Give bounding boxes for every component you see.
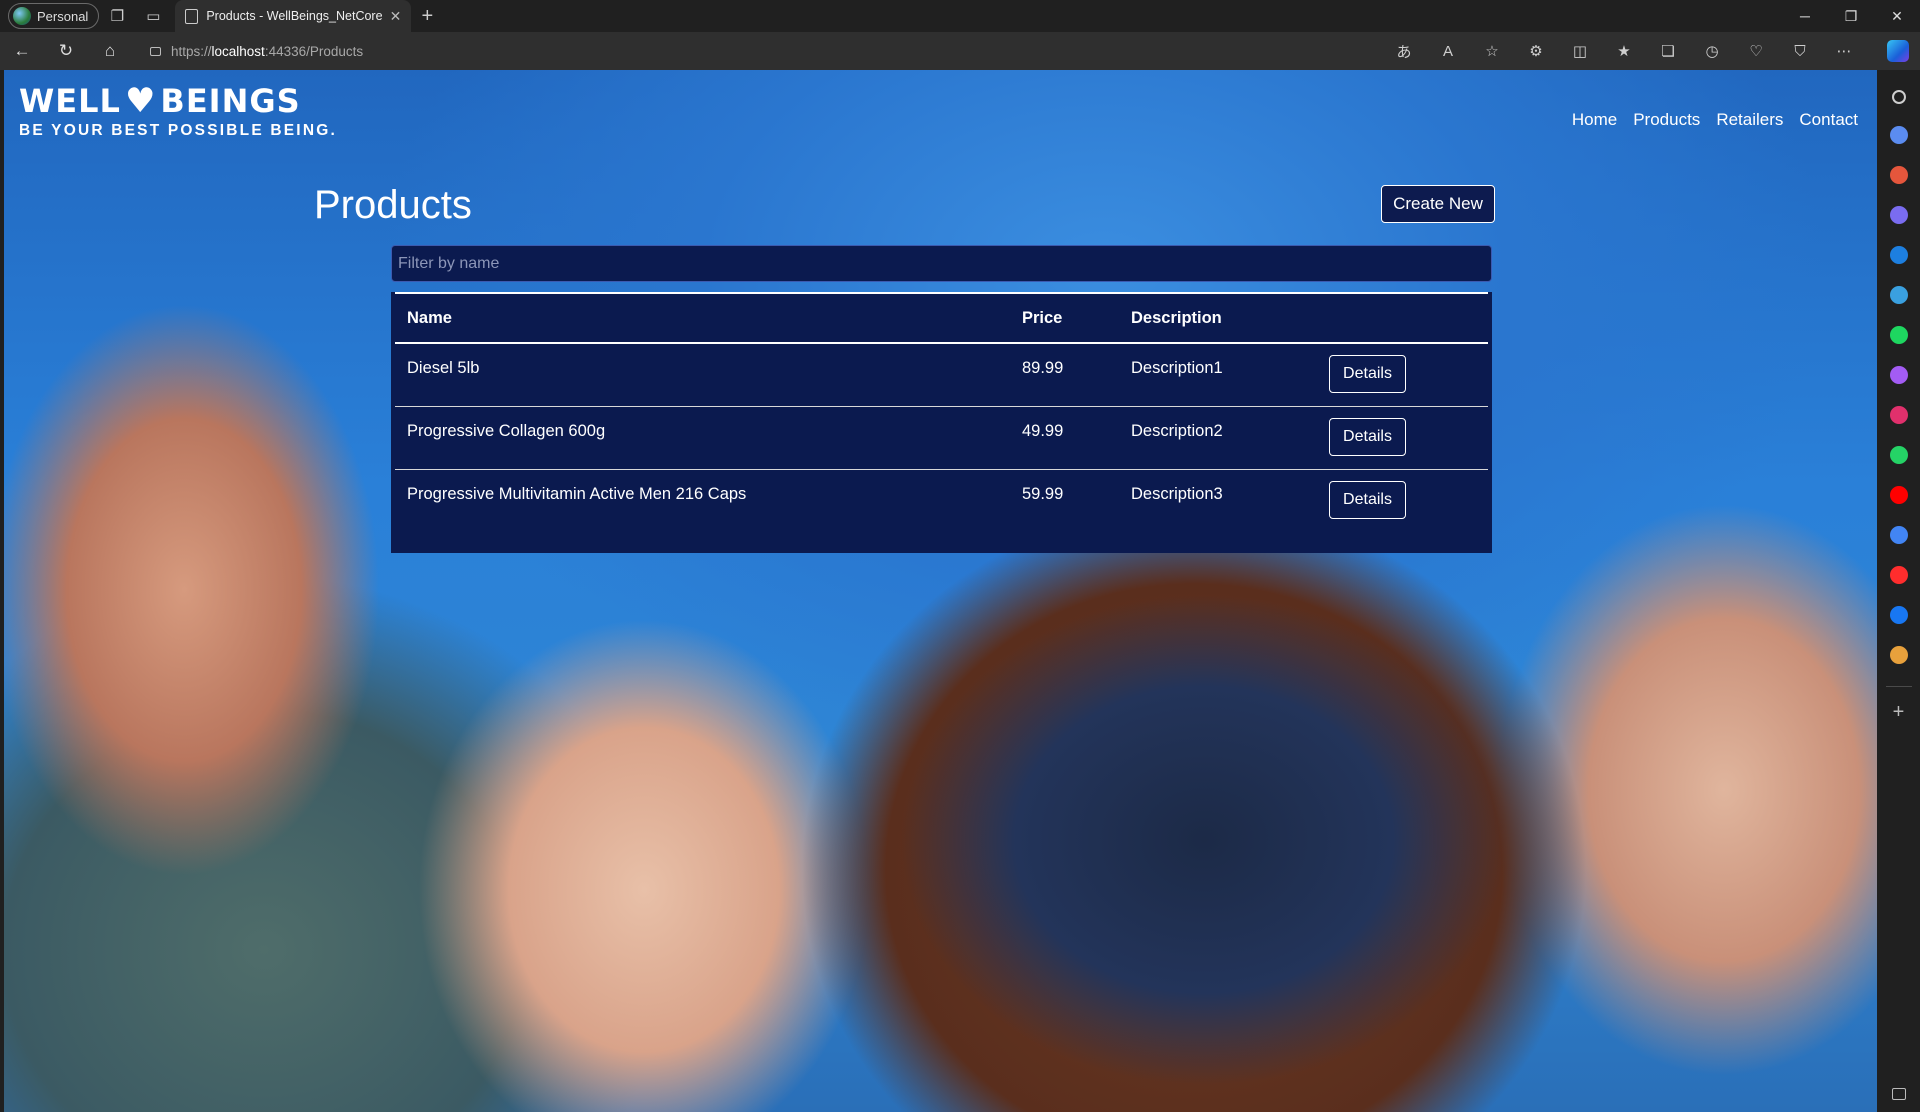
profile-label: Personal: [37, 8, 89, 24]
address-bar[interactable]: https://localhost:44336/Products: [138, 37, 1368, 65]
cell-description: Description3: [1131, 484, 1223, 503]
youtube-icon[interactable]: [1889, 486, 1908, 504]
read-aloud-icon[interactable]: A: [1426, 43, 1470, 60]
history-icon[interactable]: ◷: [1690, 42, 1734, 60]
whatsapp-icon[interactable]: [1889, 446, 1908, 464]
window-controls: ─ ❐ ✕: [1782, 8, 1920, 25]
workspaces-icon[interactable]: ❐: [99, 0, 135, 32]
google-icon[interactable]: [1889, 526, 1908, 544]
translate-icon[interactable]: あ: [1382, 41, 1426, 62]
tab-actions-icon[interactable]: ▭: [135, 0, 171, 32]
header-actions: [1317, 293, 1488, 343]
logo-word-beings: BEINGS: [160, 82, 301, 120]
youtube-music-icon[interactable]: [1889, 566, 1908, 584]
copilot-icon[interactable]: [1887, 40, 1909, 62]
site-nav: Home Products Retailers Contact: [1572, 110, 1858, 130]
cell-description: Description1: [1131, 359, 1223, 377]
browser-toolbar-icons: あ A ☆ ⚙ ◫ ★ ❏ ◷ ♡ ⛉ ⋯: [1382, 41, 1876, 62]
details-button[interactable]: Details: [1329, 417, 1406, 456]
back-icon[interactable]: ←: [0, 41, 44, 61]
tab-title: Products - WellBeings_NetCore/: [206, 9, 382, 23]
collections-icon[interactable]: ❏: [1646, 42, 1690, 60]
cell-description: Description2: [1131, 421, 1223, 440]
url-text: https://localhost:44336/Products: [171, 43, 364, 59]
details-button[interactable]: Details: [1329, 480, 1406, 519]
cell-name: Diesel 5lb: [407, 359, 480, 377]
instagram-icon[interactable]: [1889, 406, 1908, 424]
search-icon[interactable]: [1891, 90, 1906, 104]
nav-home[interactable]: Home: [1572, 110, 1617, 130]
details-button[interactable]: Details: [1329, 355, 1406, 393]
more-menu-icon[interactable]: ⋯: [1822, 42, 1866, 60]
facebook-icon[interactable]: [1889, 606, 1908, 624]
outlook-icon[interactable]: [1889, 246, 1908, 264]
nav-products[interactable]: Products: [1633, 110, 1700, 130]
lock-icon[interactable]: [150, 46, 161, 56]
close-tab-icon[interactable]: ✕: [390, 8, 402, 25]
table-row: Progressive Collagen 600g 49.99 Descript…: [395, 406, 1488, 469]
browser-tab-bar: Personal ❐ ▭ Products - WellBeings_NetCo…: [0, 0, 1920, 32]
performance-icon[interactable]: ♡: [1734, 42, 1778, 60]
edge-sidebar: +: [1877, 70, 1920, 1112]
close-window-icon[interactable]: ✕: [1874, 8, 1920, 25]
nav-retailers[interactable]: Retailers: [1716, 110, 1783, 130]
restore-icon[interactable]: ❐: [1828, 8, 1874, 25]
hide-sidebar-icon[interactable]: [1891, 1088, 1906, 1100]
telegram-icon[interactable]: [1889, 286, 1908, 304]
page-icon: [185, 8, 199, 24]
browser-essentials-icon[interactable]: ⛉: [1778, 43, 1822, 60]
header-name: Name: [407, 308, 452, 327]
cell-price: 59.99: [1022, 484, 1064, 503]
site-logo[interactable]: WELL ♥ BEINGS BE YOUR BEST POSSIBLE BEIN…: [19, 82, 337, 140]
briefcase-icon[interactable]: [1889, 166, 1908, 184]
sidebar-divider: [1885, 686, 1912, 687]
games-icon[interactable]: [1889, 206, 1908, 224]
messenger-icon[interactable]: [1889, 366, 1908, 384]
address-toolbar: ← ↻ ⌂ https://localhost:44336/Products あ…: [0, 32, 1920, 70]
profile-avatar-icon: [13, 7, 31, 25]
logo-tagline: BE YOUR BEST POSSIBLE BEING.: [19, 122, 337, 139]
favorite-star-icon[interactable]: ☆: [1470, 42, 1514, 60]
page-viewport: WELL ♥ BEINGS BE YOUR BEST POSSIBLE BEIN…: [4, 70, 1877, 1112]
minimize-icon[interactable]: ─: [1782, 8, 1828, 25]
create-new-button[interactable]: Create New: [1381, 185, 1495, 223]
nav-contact[interactable]: Contact: [1799, 110, 1858, 130]
table-header-row: Name Price Description: [395, 293, 1488, 343]
cell-price: 89.99: [1022, 359, 1064, 377]
cell-name: Progressive Collagen 600g: [407, 421, 606, 440]
add-sidebar-app-icon[interactable]: +: [1893, 701, 1905, 724]
tag-icon[interactable]: [1889, 126, 1908, 144]
extensions-icon[interactable]: ⚙: [1514, 42, 1558, 60]
cell-name: Progressive Multivitamin Active Men 216 …: [407, 484, 747, 503]
spotify-icon[interactable]: [1889, 326, 1908, 344]
table-row: Progressive Multivitamin Active Men 216 …: [395, 469, 1488, 532]
home-icon[interactable]: ⌂: [88, 41, 132, 61]
heart-plus-icon: ♥: [124, 81, 157, 121]
logo-word-well: WELL: [19, 82, 121, 120]
products-table-panel: Name Price Description Diesel 5lb 89.99 …: [391, 292, 1492, 553]
tab-products[interactable]: Products - WellBeings_NetCore/ ✕: [175, 0, 412, 32]
page-title: Products: [314, 183, 472, 227]
refresh-icon[interactable]: ↻: [44, 41, 88, 61]
cell-price: 49.99: [1022, 421, 1064, 440]
header-price: Price: [1022, 308, 1063, 327]
new-tab-button[interactable]: +: [411, 5, 443, 28]
filter-by-name-input[interactable]: [391, 245, 1492, 282]
amazon-icon[interactable]: [1889, 646, 1908, 664]
products-table: Name Price Description Diesel 5lb 89.99 …: [395, 292, 1488, 532]
table-row: Diesel 5lb 89.99 Description1 Details: [395, 343, 1488, 406]
favorites-icon[interactable]: ★: [1602, 42, 1646, 60]
split-screen-icon[interactable]: ◫: [1558, 42, 1602, 60]
profile-button[interactable]: Personal: [8, 3, 100, 29]
header-description: Description: [1131, 308, 1222, 327]
